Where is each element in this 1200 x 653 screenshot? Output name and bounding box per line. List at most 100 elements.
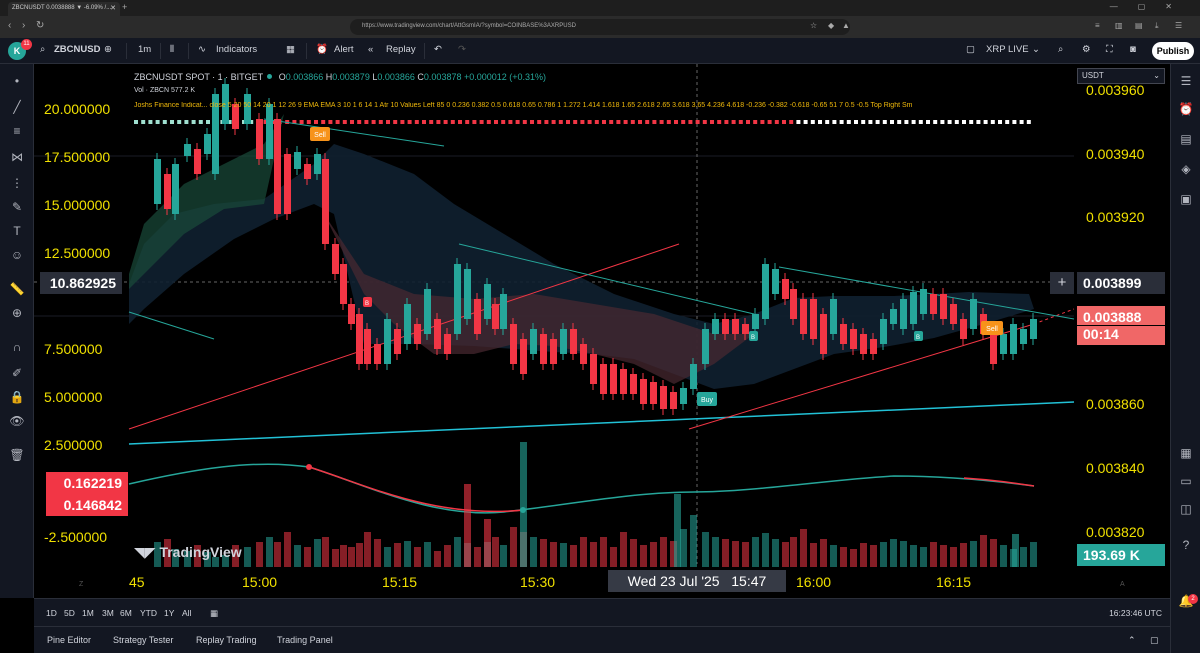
add-alert-icon[interactable]: + — [1050, 272, 1074, 294]
search-icon[interactable]: ⌕ — [40, 44, 45, 55]
warning-icon[interactable]: ▲ — [842, 21, 850, 30]
range-all[interactable]: All — [182, 608, 191, 618]
sidebar-icon[interactable]: ▤ — [1135, 21, 1143, 30]
horizontal-lines-icon[interactable]: ≡ — [8, 122, 26, 140]
url-field[interactable]: https://www.tradingview.com/chart/AttGsm… — [350, 19, 850, 35]
range-3m[interactable]: 3M — [102, 608, 114, 618]
reload-icon[interactable]: ↻ — [36, 20, 44, 31]
undo-icon[interactable]: ↶ — [434, 44, 442, 55]
camera-icon[interactable]: ◙ — [1130, 44, 1136, 55]
download-icon[interactable]: ⤓ — [1155, 21, 1159, 31]
marker-dot — [148, 120, 153, 124]
text-icon[interactable]: T — [8, 222, 26, 240]
marker-dot — [544, 120, 549, 124]
range-1d[interactable]: 1D — [46, 608, 57, 618]
alert-button[interactable]: Alert — [334, 44, 354, 55]
utc-clock[interactable]: 16:23:46 UTC — [1109, 608, 1162, 618]
layouts-icon[interactable]: ▦ — [286, 44, 295, 55]
range-5d[interactable]: 5D — [64, 608, 75, 618]
volume-legend[interactable]: Vol · ZBCN 577.2 K — [134, 87, 195, 94]
auto-scale-left[interactable]: Z — [79, 581, 84, 588]
rewind-icon[interactable]: « — [368, 44, 373, 55]
buy-signal: Buy — [697, 392, 717, 406]
back-icon[interactable]: ‹ — [8, 20, 11, 31]
watchlist-button[interactable]: XRP LIVE — [986, 44, 1029, 55]
chevron-down-icon[interactable]: ⌄ — [1032, 44, 1040, 55]
compare-icon[interactable]: ⊕ — [104, 44, 112, 55]
forward-icon[interactable]: › — [22, 20, 25, 31]
replay-button[interactable]: Replay — [386, 44, 416, 55]
pattern-icon[interactable]: ⋈ — [8, 148, 26, 166]
chat-icon[interactable]: ▭ — [1177, 472, 1195, 490]
data-window-icon[interactable]: ▤ — [1177, 130, 1195, 148]
ideas-icon[interactable]: ◫ — [1177, 500, 1195, 518]
gear-icon[interactable]: ⚙ — [1082, 44, 1091, 55]
range-6m[interactable]: 6M — [120, 608, 132, 618]
tab-strategy-tester[interactable]: Strategy Tester — [113, 635, 173, 645]
go-to-date-icon[interactable]: ▦ — [210, 608, 218, 619]
range-1m[interactable]: 1M — [82, 608, 94, 618]
lock-drawing-icon[interactable]: ✐ — [8, 364, 26, 382]
last-price-label: 0.003888 — [1077, 306, 1165, 325]
brush-icon[interactable]: ✎ — [8, 198, 26, 216]
tab-trading-panel[interactable]: Trading Panel — [277, 635, 333, 645]
layout-icon[interactable]: ▢ — [966, 44, 975, 55]
ruler-icon[interactable]: 📏 — [8, 280, 26, 298]
lock-icon[interactable]: 🔒 — [8, 388, 26, 406]
magnet-icon[interactable]: ∩ — [8, 338, 26, 356]
browser-tab[interactable]: ZBCNUSDT 0.0038888 ▼ -6.09% /... ✕ — [8, 2, 120, 16]
symbol-search[interactable]: ZBCNUSD — [54, 44, 100, 55]
range-ytd[interactable]: YTD — [140, 608, 157, 618]
indicators-icon[interactable]: ∿ — [198, 44, 206, 55]
calendar-icon[interactable]: ▦ — [1177, 444, 1195, 462]
fullscreen-icon[interactable]: ⛶ — [1106, 44, 1113, 55]
help-icon[interactable]: ? — [1177, 536, 1195, 554]
chart-pane[interactable]: Sell Sell Buy B B B 0.003960 0.003940 0.… — [34, 64, 1170, 598]
layers-icon[interactable]: ◈ — [1177, 160, 1195, 178]
publish-button[interactable]: Publish — [1152, 42, 1194, 60]
window-controls[interactable]: —▢✕ — [1110, 2, 1192, 11]
candle-body — [940, 294, 947, 319]
close-tab-icon[interactable]: ✕ — [110, 4, 116, 12]
trash-icon[interactable]: 🗑 — [8, 446, 26, 464]
volume-bar — [702, 532, 709, 567]
chevron-up-icon[interactable]: ⌃ — [1128, 635, 1136, 646]
range-1y[interactable]: 1Y — [164, 608, 174, 618]
redo-icon[interactable]: ↷ — [458, 44, 466, 55]
auto-scale-right[interactable]: A — [1120, 581, 1125, 588]
indicator-legend[interactable]: Joshs Finance Indicat... close 5 20 50 1… — [134, 102, 1074, 109]
zoom-icon[interactable]: ⊕ — [8, 304, 26, 322]
time-axis[interactable]: 45 15:00 15:15 15:30 16:00 16:15 — [129, 574, 971, 590]
indicators-button[interactable]: Indicators — [216, 44, 257, 55]
marker-dot — [904, 120, 909, 124]
search-chart-icon[interactable]: ⌕ — [1058, 44, 1063, 55]
watchlist-icon[interactable]: ☰ — [1177, 72, 1195, 90]
volume-bar — [810, 543, 817, 567]
cursor-icon[interactable]: • — [8, 72, 26, 90]
maximize-icon[interactable]: ▢ — [1150, 635, 1159, 646]
hotlist-icon[interactable]: ▣ — [1177, 190, 1195, 208]
eye-icon[interactable]: 👁 — [8, 412, 26, 430]
trend-line-icon[interactable]: ╱ — [8, 98, 26, 116]
extension-icon[interactable]: ◆ — [828, 21, 834, 30]
marker-dot — [731, 120, 736, 124]
fib-icon[interactable]: ⋮ — [8, 174, 26, 192]
tab-pine-editor[interactable]: Pine Editor — [47, 635, 91, 645]
emoji-icon[interactable]: ☺ — [8, 246, 26, 264]
price-chart[interactable]: Sell Sell Buy B B B 0.003960 0.003940 0.… — [34, 64, 1170, 598]
bookmark-icon[interactable]: ☆ — [810, 21, 817, 30]
interval-button[interactable]: 1m — [138, 44, 151, 55]
candle-body — [930, 294, 937, 314]
tab-replay-trading[interactable]: Replay Trading — [196, 635, 257, 645]
alarm-icon[interactable]: ⏰ — [316, 44, 328, 55]
new-tab-icon[interactable]: + — [122, 2, 127, 12]
currency-select[interactable]: USDT ⌄ — [1077, 68, 1165, 84]
settings-icon[interactable]: ☰ — [1175, 21, 1182, 30]
alerts-icon[interactable]: ⏰ — [1177, 100, 1195, 118]
symbol-legend[interactable]: ZBCNUSDT SPOT · 1 · BITGET O0.003866 H0.… — [134, 72, 546, 82]
menu-icon[interactable]: ≡ — [1095, 21, 1100, 30]
marker-dot — [170, 120, 174, 124]
split-icon[interactable]: ▥ — [1115, 21, 1123, 30]
candles-icon[interactable]: ⫴ — [170, 44, 174, 55]
volume-series — [154, 442, 1037, 567]
